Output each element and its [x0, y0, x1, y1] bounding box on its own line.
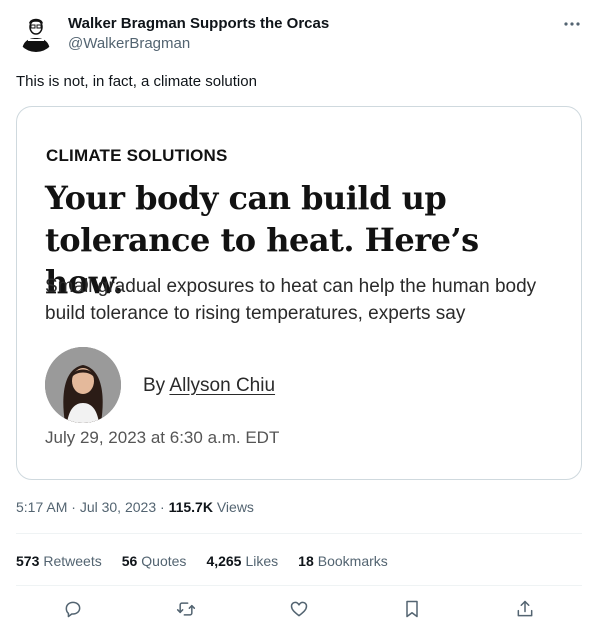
display-name[interactable]: Walker Bragman Supports the Orcas — [68, 14, 329, 34]
retweets-label: Retweets — [43, 553, 102, 569]
views-count: 115.7K — [168, 499, 213, 515]
card-date: July 29, 2023 at 6:30 a.m. EDT — [45, 428, 280, 447]
card-byline: By Allyson Chiu — [143, 375, 275, 397]
tweet-time[interactable]: 5:17 AM — [16, 499, 67, 515]
heart-icon[interactable] — [286, 596, 312, 622]
likes-label: Likes — [245, 553, 279, 569]
byline-prefix: By — [143, 375, 166, 396]
quotes-count: 56 — [121, 553, 138, 569]
likes-stat[interactable]: 4,265 Likes — [206, 552, 278, 570]
avatar[interactable] — [16, 12, 56, 52]
action-bar — [16, 596, 582, 622]
author-photo — [45, 347, 121, 423]
likes-count: 4,265 — [206, 553, 242, 569]
more-horizontal-icon[interactable] — [562, 14, 582, 34]
user-handle[interactable]: @WalkerBragman — [68, 34, 329, 54]
bookmarks-count: 18 — [298, 553, 314, 569]
card-dek: Small gradual exposures to heat can help… — [45, 276, 537, 324]
bookmarks-stat[interactable]: 18 Bookmarks — [298, 552, 388, 570]
retweets-stat[interactable]: 573 Retweets — [16, 552, 102, 570]
reply-icon[interactable] — [60, 596, 86, 622]
retweet-icon[interactable] — [173, 596, 199, 622]
tweet-date[interactable]: Jul 30, 2023 — [80, 499, 156, 515]
views-label: Views — [216, 499, 254, 515]
tweet-text: This is not, in fact, a climate solution — [16, 73, 257, 90]
link-card[interactable]: CLIMATE SOLUTIONS Your body can build up… — [16, 106, 582, 480]
tweet-header: Walker Bragman Supports the Orcas @Walke… — [16, 12, 582, 56]
tweet-meta: 5:17 AM · Jul 30, 2023 · 115.7K Views — [16, 498, 254, 516]
byline-author-link[interactable]: Allyson Chiu — [169, 375, 275, 396]
bookmark-icon[interactable] — [399, 596, 425, 622]
meta-separator: · — [160, 499, 165, 515]
share-icon[interactable] — [512, 596, 538, 622]
bookmarks-label: Bookmarks — [317, 553, 388, 569]
quotes-stat[interactable]: 56 Quotes — [122, 552, 187, 570]
card-kicker: CLIMATE SOLUTIONS — [46, 146, 228, 165]
divider — [16, 585, 582, 586]
divider — [16, 533, 582, 534]
engagement-stats: 573 Retweets 56 Quotes 4,265 Likes 18 Bookma… — [16, 552, 388, 570]
retweets-count: 573 — [16, 553, 40, 569]
author-name-block[interactable]: Walker Bragman Supports the Orcas @Walke… — [68, 14, 329, 54]
quotes-label: Quotes — [141, 553, 187, 569]
meta-separator: · — [71, 499, 76, 515]
